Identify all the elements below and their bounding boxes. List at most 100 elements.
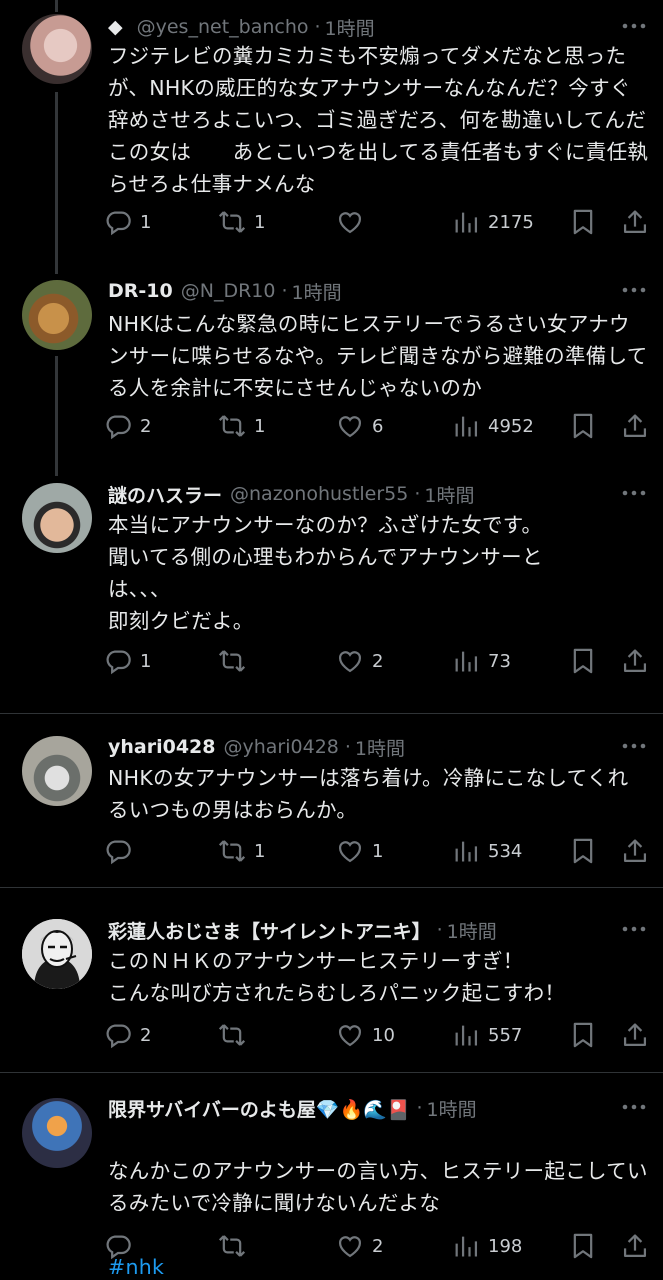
share-button[interactable] <box>621 834 649 868</box>
tweet[interactable]: 彩蓮人おじさま【サイレントアニキ】 · 1時間 このＮＨＫのアナウンサーヒステリ… <box>0 915 663 1060</box>
avatar[interactable] <box>22 14 92 84</box>
retweet-button[interactable] <box>218 1018 254 1052</box>
reply-button[interactable]: 1 <box>104 205 151 239</box>
user-handle[interactable]: @N_DR10 <box>181 280 276 302</box>
tweet-text: NHKはこんな緊急の時にヒステリーでうるさい女アナウンサーに喋らせるなや。テレビ… <box>108 312 648 400</box>
separator-dot: · <box>281 280 288 302</box>
tweet-text: NHKの女アナウンサーは落ち着け。冷静にこなしてくれるいつもの男はおらんか。 <box>108 766 629 822</box>
more-icon[interactable] <box>619 1095 649 1119</box>
like-icon <box>336 1021 364 1049</box>
share-icon <box>621 837 649 865</box>
display-name[interactable]: 彩蓮人おじさま【サイレントアニキ】 <box>108 917 431 944</box>
views-button[interactable]: 4952 <box>452 409 534 443</box>
bookmark-icon <box>569 1232 597 1260</box>
avatar[interactable] <box>22 1098 92 1168</box>
views-icon <box>452 1232 480 1260</box>
separator-dot: · <box>344 736 351 758</box>
tweet[interactable]: 謎のハスラー @nazonohustler55 · 1時間 本当にアナウンサーな… <box>0 479 663 699</box>
views-button[interactable]: 2175 <box>452 205 534 239</box>
retweet-button[interactable]: 1 <box>218 205 265 239</box>
thread-line <box>55 0 58 12</box>
retweet-icon <box>218 412 246 440</box>
bookmark-button[interactable] <box>569 834 597 868</box>
reply-button[interactable]: 1 <box>104 644 151 678</box>
reply-icon <box>104 412 132 440</box>
bookmark-button[interactable] <box>569 1229 597 1263</box>
bookmark-icon <box>569 1021 597 1049</box>
more-icon[interactable] <box>619 734 649 758</box>
bookmark-button[interactable] <box>569 644 597 678</box>
avatar[interactable] <box>22 280 92 350</box>
tweet[interactable]: ◆ @yes_net_bancho · 1時間 フジテレビの糞カミカミも不安煽っ… <box>0 12 663 252</box>
more-icon[interactable] <box>619 14 649 38</box>
retweet-count: 1 <box>254 415 266 437</box>
action-bar: 2 10 557 <box>104 1018 653 1052</box>
share-button[interactable] <box>621 205 649 239</box>
more-icon[interactable] <box>619 278 649 302</box>
timestamp[interactable]: 1時間 <box>355 734 405 761</box>
like-icon <box>336 647 364 675</box>
tweet[interactable]: 限界サバイバーのよも屋💎🔥🌊🎴 · 1時間 なんかこのアナウンサーの言い方、ヒス… <box>0 1093 663 1279</box>
like-button[interactable]: 1 <box>336 834 383 868</box>
more-icon[interactable] <box>619 481 649 505</box>
avatar[interactable] <box>22 483 92 553</box>
like-button[interactable]: 2 <box>336 1229 383 1263</box>
share-button[interactable] <box>621 644 649 678</box>
display-name[interactable]: ◆ <box>108 16 123 38</box>
avatar[interactable] <box>22 736 92 806</box>
reply-button[interactable] <box>104 834 140 868</box>
bookmark-button[interactable] <box>569 1018 597 1052</box>
share-button[interactable] <box>621 1229 649 1263</box>
reply-button[interactable]: 2 <box>104 409 151 443</box>
share-button[interactable] <box>621 1018 649 1052</box>
retweet-button[interactable] <box>218 1229 254 1263</box>
like-button[interactable] <box>336 205 372 239</box>
avatar[interactable] <box>22 919 92 989</box>
views-button[interactable]: 534 <box>452 834 522 868</box>
retweet-icon <box>218 1232 246 1260</box>
retweet-icon <box>218 1021 246 1049</box>
display-name[interactable]: yhari0428 <box>108 736 216 758</box>
reply-button[interactable] <box>104 1229 140 1263</box>
separator-dot: · <box>436 919 443 941</box>
bookmark-button[interactable] <box>569 205 597 239</box>
user-handle[interactable]: @nazonohustler55 <box>230 483 408 505</box>
views-button[interactable]: 198 <box>452 1229 522 1263</box>
display-name[interactable]: 限界サバイバーのよも屋💎🔥🌊🎴 <box>108 1095 411 1122</box>
timestamp[interactable]: 1時間 <box>424 481 474 508</box>
more-icon[interactable] <box>619 917 649 941</box>
retweet-icon <box>218 647 246 675</box>
display-name[interactable]: 謎のハスラー <box>108 481 222 508</box>
views-count: 73 <box>488 650 511 672</box>
retweet-icon <box>218 208 246 236</box>
user-handle[interactable]: @yhari0428 <box>224 736 339 758</box>
share-icon <box>621 208 649 236</box>
action-bar: 1 2 73 <box>104 644 653 678</box>
like-button[interactable]: 2 <box>336 644 383 678</box>
timestamp[interactable]: 1時間 <box>427 1095 477 1122</box>
timestamp[interactable]: 1時間 <box>447 917 497 944</box>
timestamp[interactable]: 1時間 <box>292 278 342 305</box>
retweet-button[interactable]: 1 <box>218 834 265 868</box>
tweet-header: 彩蓮人おじさま【サイレントアニキ】 · 1時間 <box>108 915 613 945</box>
like-count: 10 <box>372 1024 395 1046</box>
tweet[interactable]: DR-10 @N_DR10 · 1時間 NHKはこんな緊急の時にヒステリーでうる… <box>0 276 663 456</box>
like-button[interactable]: 10 <box>336 1018 395 1052</box>
bookmark-icon <box>569 647 597 675</box>
like-button[interactable]: 6 <box>336 409 383 443</box>
tweet[interactable]: yhari0428 @yhari0428 · 1時間 NHKの女アナウンサーは落… <box>0 732 663 872</box>
like-icon <box>336 412 364 440</box>
user-handle[interactable]: @yes_net_bancho <box>137 16 309 38</box>
timestamp[interactable]: 1時間 <box>325 14 375 41</box>
retweet-button[interactable]: 1 <box>218 409 265 443</box>
reply-button[interactable]: 2 <box>104 1018 151 1052</box>
divider <box>0 713 663 714</box>
bookmark-button[interactable] <box>569 409 597 443</box>
views-count: 534 <box>488 840 523 862</box>
display-name[interactable]: DR-10 <box>108 280 173 302</box>
share-button[interactable] <box>621 409 649 443</box>
views-button[interactable]: 557 <box>452 1018 522 1052</box>
views-button[interactable]: 73 <box>452 644 511 678</box>
like-count: 1 <box>372 840 384 862</box>
retweet-button[interactable] <box>218 644 254 678</box>
